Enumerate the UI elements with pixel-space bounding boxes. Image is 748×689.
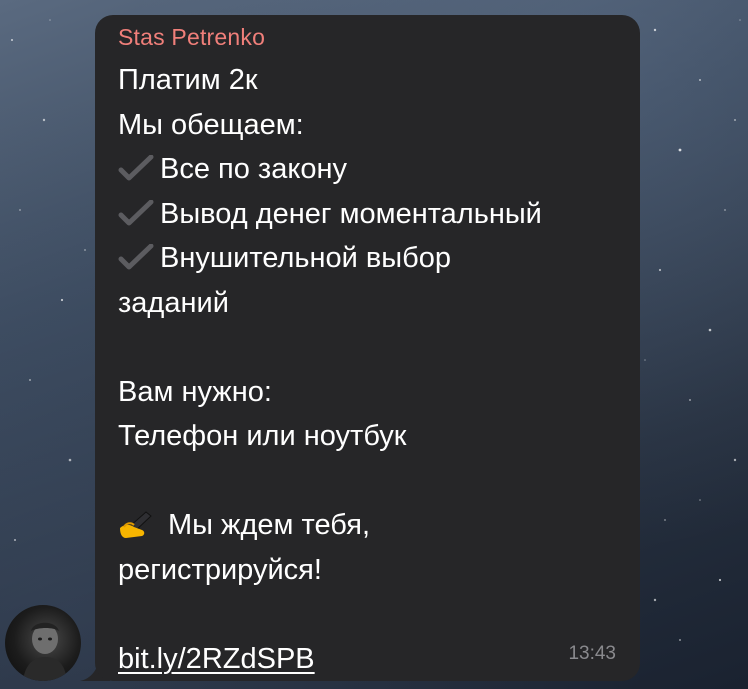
promise-item: Вывод денег моментальный — [118, 192, 633, 237]
writing-hand-icon — [120, 511, 152, 538]
check-mark-icon — [118, 244, 154, 270]
sender-avatar[interactable] — [5, 605, 81, 681]
sender-name[interactable]: Stas Petrenko — [118, 24, 265, 51]
message-line: Мы обещаем: — [118, 108, 304, 141]
message-text: Платим 2к Мы обещаем: Все по закону Выво… — [118, 58, 633, 681]
message-line: Мы ждем тебя, — [118, 503, 633, 548]
link-line: bit.ly/2RZdSPB — [118, 637, 633, 682]
promise-item-label: Внушительной выбор — [160, 242, 451, 274]
message-line: регистрируйся! — [118, 553, 322, 586]
message-line: Платим 2к — [118, 64, 258, 96]
promise-item: Внушительной выбор — [118, 236, 633, 281]
message-line-text: Мы ждем тебя, — [168, 509, 370, 541]
check-mark-icon — [118, 199, 154, 225]
message-link[interactable]: bit.ly/2RZdSPB — [118, 643, 315, 675]
promise-item-label: Все по закону — [160, 153, 347, 185]
message-line: Телефон или ноутбук — [118, 420, 407, 452]
promise-item: Все по закону — [118, 147, 633, 192]
message-timestamp: 13:43 — [568, 643, 616, 664]
avatar-photo — [23, 622, 67, 681]
promise-item-label: Вывод денег моментальный — [160, 197, 542, 230]
message-bubble[interactable]: Stas Petrenko Платим 2к Мы обещаем: Все … — [95, 15, 640, 681]
check-mark-icon — [118, 155, 154, 181]
message-line: заданий — [118, 286, 229, 319]
message-line: Вам нужно: — [118, 375, 272, 408]
